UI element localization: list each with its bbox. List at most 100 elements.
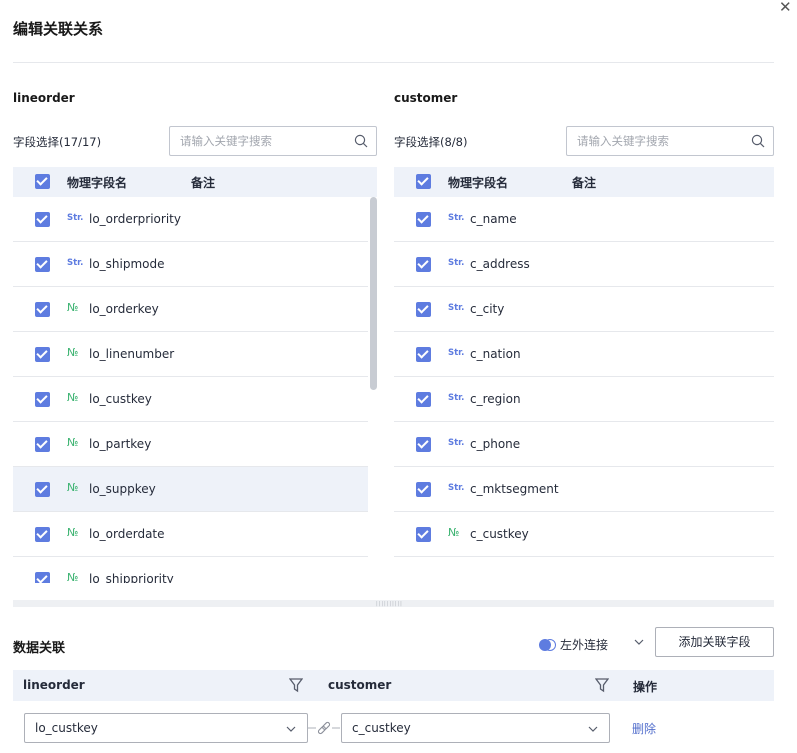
left-field-dropdown[interactable]: lo_custkey (24, 713, 308, 743)
splitter-grip[interactable]: |||||||||| (376, 601, 403, 607)
field-row[interactable]: Str. c_region (394, 377, 774, 422)
field-row[interactable]: № lo_orderkey (13, 287, 368, 332)
right-col-field-name: 物理字段名 (448, 176, 509, 190)
field-name: lo_shipmode (89, 257, 165, 271)
field-checkbox[interactable] (35, 527, 50, 542)
relation-col-action: 操作 (633, 680, 658, 694)
number-type-icon: № (67, 526, 79, 539)
right-search-box[interactable] (566, 126, 774, 156)
field-row[interactable]: № lo_shippriority (13, 557, 368, 583)
number-type-icon: № (67, 346, 79, 359)
field-row[interactable]: № lo_suppkey (13, 467, 368, 512)
field-name: lo_suppkey (89, 482, 156, 496)
field-name: c_address (470, 257, 530, 271)
field-checkbox[interactable] (35, 257, 50, 272)
field-name: c_name (470, 212, 517, 226)
field-row[interactable]: Str. c_name (394, 197, 774, 242)
left-scrollbar[interactable] (370, 197, 377, 390)
right-field-dropdown[interactable]: c_custkey (341, 713, 610, 743)
field-row[interactable]: Str. c_phone (394, 422, 774, 467)
string-type-icon: Str. (448, 258, 465, 268)
string-type-icon: Str. (67, 213, 84, 223)
delete-link[interactable]: 删除 (632, 720, 656, 737)
field-checkbox[interactable] (35, 347, 50, 362)
field-row[interactable]: Str. c_mktsegment (394, 467, 774, 512)
add-relation-field-button[interactable]: 添加关联字段 (655, 627, 774, 657)
right-select-all-checkbox[interactable] (416, 174, 431, 189)
field-name: c_region (470, 392, 521, 406)
chevron-down-icon (588, 726, 598, 732)
field-name: lo_linenumber (89, 347, 175, 361)
filter-icon[interactable] (595, 677, 609, 693)
field-checkbox[interactable] (416, 257, 431, 272)
field-row[interactable]: Str. c_nation (394, 332, 774, 377)
left-table-title: lineorder (13, 91, 75, 105)
field-name: c_nation (470, 347, 521, 361)
chevron-down-icon (286, 726, 296, 732)
left-search-input[interactable] (170, 127, 376, 155)
field-checkbox[interactable] (416, 527, 431, 542)
link-icon (308, 721, 340, 735)
left-table-header: 物理字段名 备注 (13, 167, 377, 197)
field-checkbox[interactable] (35, 572, 50, 583)
field-name: lo_orderkey (89, 302, 159, 316)
field-checkbox[interactable] (416, 392, 431, 407)
right-col-note: 备注 (572, 176, 597, 190)
divider (13, 62, 774, 63)
field-row[interactable]: Str. lo_shipmode (13, 242, 368, 287)
dialog-title: 编辑关联关系 (13, 20, 104, 38)
field-name: lo_shippriority (89, 572, 174, 583)
number-type-icon: № (67, 481, 79, 494)
close-icon[interactable]: ✕ (779, 0, 792, 15)
field-checkbox[interactable] (35, 437, 50, 452)
relation-col-left: lineorder (23, 678, 85, 692)
search-icon[interactable] (751, 134, 765, 148)
field-row[interactable]: № lo_orderdate (13, 512, 368, 557)
string-type-icon: Str. (448, 213, 465, 223)
filter-icon[interactable] (289, 677, 303, 693)
chevron-down-icon[interactable] (633, 634, 645, 650)
left-col-field-name: 物理字段名 (67, 176, 128, 190)
right-search-input[interactable] (567, 127, 773, 155)
field-name: lo_orderpriority (89, 212, 181, 226)
field-checkbox[interactable] (416, 482, 431, 497)
field-row[interactable]: № lo_custkey (13, 377, 368, 422)
field-checkbox[interactable] (416, 437, 431, 452)
string-type-icon: Str. (448, 303, 465, 313)
number-type-icon: № (67, 301, 79, 314)
field-name: c_phone (470, 437, 521, 451)
left-field-value: lo_custkey (35, 721, 98, 735)
join-type-toggle[interactable]: 左外连接 (539, 636, 608, 653)
field-checkbox[interactable] (35, 392, 50, 407)
field-checkbox[interactable] (416, 212, 431, 227)
string-type-icon: Str. (448, 483, 465, 493)
left-select-all-checkbox[interactable] (35, 174, 50, 189)
field-checkbox[interactable] (416, 302, 431, 317)
field-checkbox[interactable] (416, 347, 431, 362)
field-name: c_custkey (470, 527, 529, 541)
field-checkbox[interactable] (35, 212, 50, 227)
join-venn-icon (539, 638, 556, 651)
right-field-value: c_custkey (352, 721, 411, 735)
field-row[interactable]: № lo_linenumber (13, 332, 368, 377)
left-col-note: 备注 (191, 176, 216, 190)
string-type-icon: Str. (448, 348, 465, 358)
splitter[interactable]: |||||||||| (13, 600, 774, 607)
relation-table-header: lineorder customer 操作 (13, 670, 774, 701)
number-type-icon: № (67, 436, 79, 449)
field-checkbox[interactable] (35, 302, 50, 317)
field-name: c_mktsegment (470, 482, 559, 496)
right-field-list: Str. c_name Str. c_address Str. c_city Str. c_n… (394, 197, 774, 583)
relation-section-title: 数据关联 (13, 641, 66, 656)
field-row[interactable]: Str. c_city (394, 287, 774, 332)
search-icon[interactable] (354, 134, 368, 148)
field-name: lo_orderdate (89, 527, 165, 541)
field-row[interactable]: Str. c_address (394, 242, 774, 287)
field-row[interactable]: № lo_partkey (13, 422, 368, 467)
left-search-box[interactable] (169, 126, 377, 156)
field-row[interactable]: Str. lo_orderpriority (13, 197, 368, 242)
join-type-label: 左外连接 (560, 638, 609, 652)
field-checkbox[interactable] (35, 482, 50, 497)
field-row[interactable]: № c_custkey (394, 512, 774, 557)
right-field-select-label: 字段选择(8/8) (394, 135, 468, 149)
